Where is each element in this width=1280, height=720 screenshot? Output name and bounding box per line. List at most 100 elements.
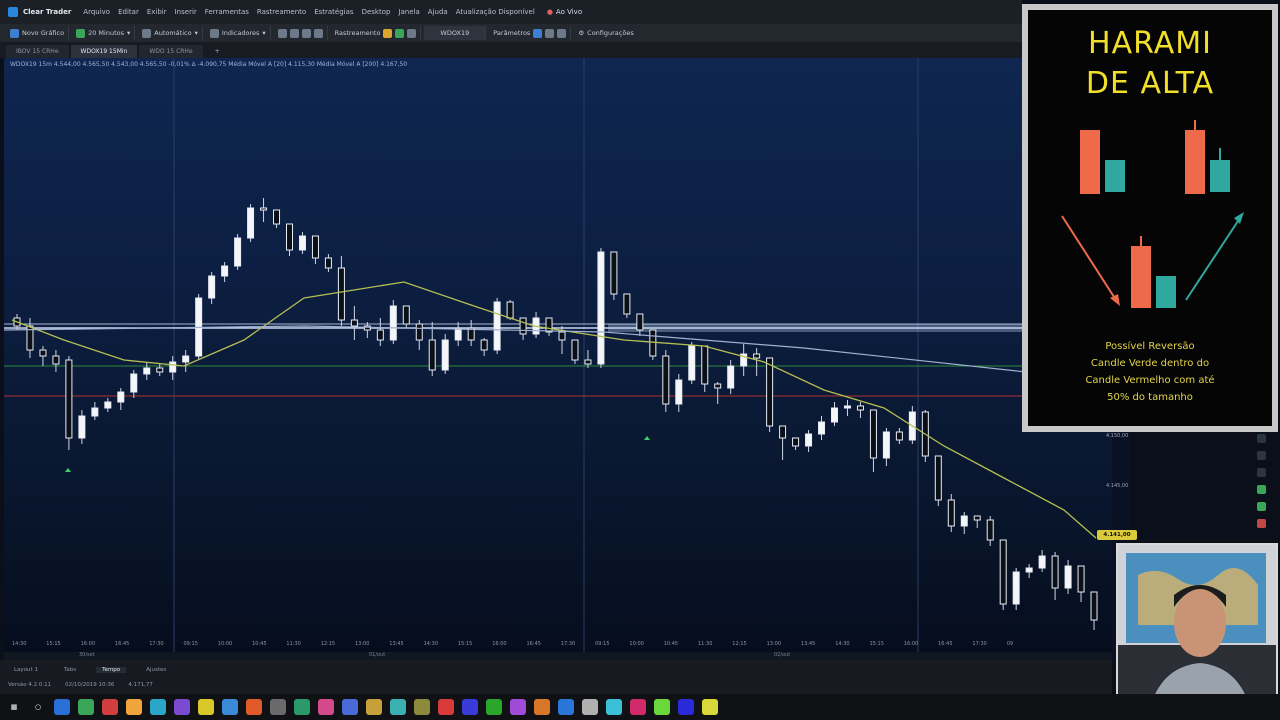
status-tab-tabs[interactable]: Tabs [58,667,82,673]
taskbar-app-icon[interactable] [366,699,382,715]
candle-body [65,359,73,439]
search-icon[interactable]: ○ [30,699,46,715]
indicators-button[interactable]: Indicadores ▾ [206,26,271,40]
arrow-down-icon[interactable] [1256,519,1266,528]
taskbar-app-icon[interactable] [630,699,646,715]
arrow-up-icon[interactable] [1256,485,1266,494]
taskbar-app-icon[interactable] [246,699,262,715]
menu-item[interactable]: Ajuda [424,8,452,16]
taskbar-app-icon[interactable] [150,699,166,715]
taskbar-app-icon[interactable] [318,699,334,715]
status-bar: Layout 1 Tabs Tempo Ajustes Versão 4.2.0… [0,660,1112,694]
menu-item[interactable]: Janela [394,8,423,16]
taskbar-app-icon[interactable] [606,699,622,715]
candle-body [960,515,968,527]
taskbar-app-icon[interactable] [342,699,358,715]
candle-body [156,367,164,373]
clock-icon [76,28,86,38]
tool-icon[interactable] [1256,468,1266,477]
candle-body [856,405,864,411]
zoom-tools[interactable] [274,26,328,40]
candle-body [947,499,955,527]
bull-candle [1105,160,1125,192]
taskbar-app-icon[interactable] [486,699,502,715]
candle-body [571,339,579,361]
time-label: 16:00 [903,641,919,647]
status-tab-ajustes[interactable]: Ajustes [140,667,172,673]
candle-body [584,359,592,365]
star-icon [383,28,393,38]
taskbar-app-icon[interactable] [270,699,286,715]
price-label: 4.150,00 [1106,433,1129,439]
taskbar-app-icon[interactable] [558,699,574,715]
time-axis: 14:30 15:15 16:00 16:45 17:30 09:15 10:00 10:45… [4,641,1112,651]
taskbar-app-icon[interactable] [222,699,238,715]
taskbar-app-icon[interactable] [78,699,94,715]
taskbar-app-icon[interactable] [702,699,718,715]
price-chart[interactable]: WDOX19 15m 4.544,00 4.565,50 4.543,00 4.… [4,58,1112,660]
menu-item[interactable]: Atualização Disponível [452,8,539,16]
menu-item[interactable]: Estratégias [310,8,357,16]
candle-body [597,251,605,365]
settings-button[interactable]: ⚙ Configurações [574,26,637,40]
taskbar-app-icon[interactable] [438,699,454,715]
time-label: 17:30 [972,641,987,647]
taskbar-app-icon[interactable] [54,699,70,715]
menu-item[interactable]: Ferramentas [201,8,253,16]
menu-item[interactable]: Exibir [143,8,171,16]
time-label: 09:15 [595,641,610,647]
chevron-down-icon: ▾ [194,29,198,37]
taskbar-app-icon[interactable] [582,699,598,715]
pan-icon [313,28,323,38]
last-price-tag: 4.141,00 [1097,530,1137,540]
taskbar-app-icon[interactable] [174,699,190,715]
tool-icon[interactable] [1256,434,1266,443]
taskbar-app-icon[interactable] [198,699,214,715]
symbol-field[interactable]: WDOX19 [424,26,487,40]
menu-item[interactable]: Rastreamento [253,8,310,16]
taskbar-app-icon[interactable] [654,699,670,715]
candle-body [831,407,838,423]
taskbar-app-icon[interactable] [534,699,550,715]
time-label: 10:45 [663,641,679,647]
mode-dropdown[interactable]: Automático ▾ [138,26,203,40]
taskbar-app-icon[interactable] [414,699,430,715]
overlay-text-line: Candle Verde dentro do [1090,358,1210,369]
taskbar: ▦ ○ [0,694,1280,720]
taskbar-app-icon[interactable] [462,699,478,715]
windows-start-icon[interactable]: ▦ [6,699,22,715]
tab-wdo[interactable]: WDO 15 CRHe [139,45,203,58]
candlestick-chart[interactable] [4,58,1112,660]
params-button[interactable]: Parâmetros [489,26,572,40]
taskbar-app-icon[interactable] [126,699,142,715]
menu-item[interactable]: Editar [114,8,143,16]
crosshair-icon [301,28,311,38]
interval-dropdown[interactable]: 20 Minutos ▾ [72,26,136,40]
tool-icon[interactable] [1256,451,1266,460]
tab-ibov[interactable]: IBOV 15 CRHe [6,45,69,58]
add-tab-button[interactable]: + [205,45,230,58]
time-label: 13:00 [355,641,370,647]
time-label: 17:30 [560,641,576,647]
tab-wdox19[interactable]: WDOX19 15Min [70,45,138,58]
side-tools [1252,434,1270,544]
arrow-up-icon[interactable] [1256,502,1266,511]
taskbar-app-icon[interactable] [390,699,406,715]
menu-item[interactable]: Inserir [171,8,201,16]
status-tab-layout[interactable]: Layout 1 [8,667,44,673]
status-tab-tempo[interactable]: Tempo [96,666,127,673]
taskbar-app-icon[interactable] [102,699,118,715]
new-chart-button[interactable]: Novo Gráfico [6,26,70,40]
candle-body [389,305,397,341]
rastreamento-button[interactable]: Rastreamento [331,26,422,40]
menu-item[interactable]: Desktop [358,8,395,16]
taskbar-app-icon[interactable] [678,699,694,715]
menu-item[interactable]: Arquivo [79,8,114,16]
bull-candle [1156,276,1176,308]
taskbar-app-icon[interactable] [294,699,310,715]
candle-body [779,425,787,439]
overlay-panel: HARAMI DE ALTA Possível Reversão Candle … [1028,10,1272,426]
candle-body [506,301,514,319]
taskbar-app-icon[interactable] [510,699,526,715]
harami-overlay: HARAMI DE ALTA Possível Reversão Candle … [1022,4,1278,432]
